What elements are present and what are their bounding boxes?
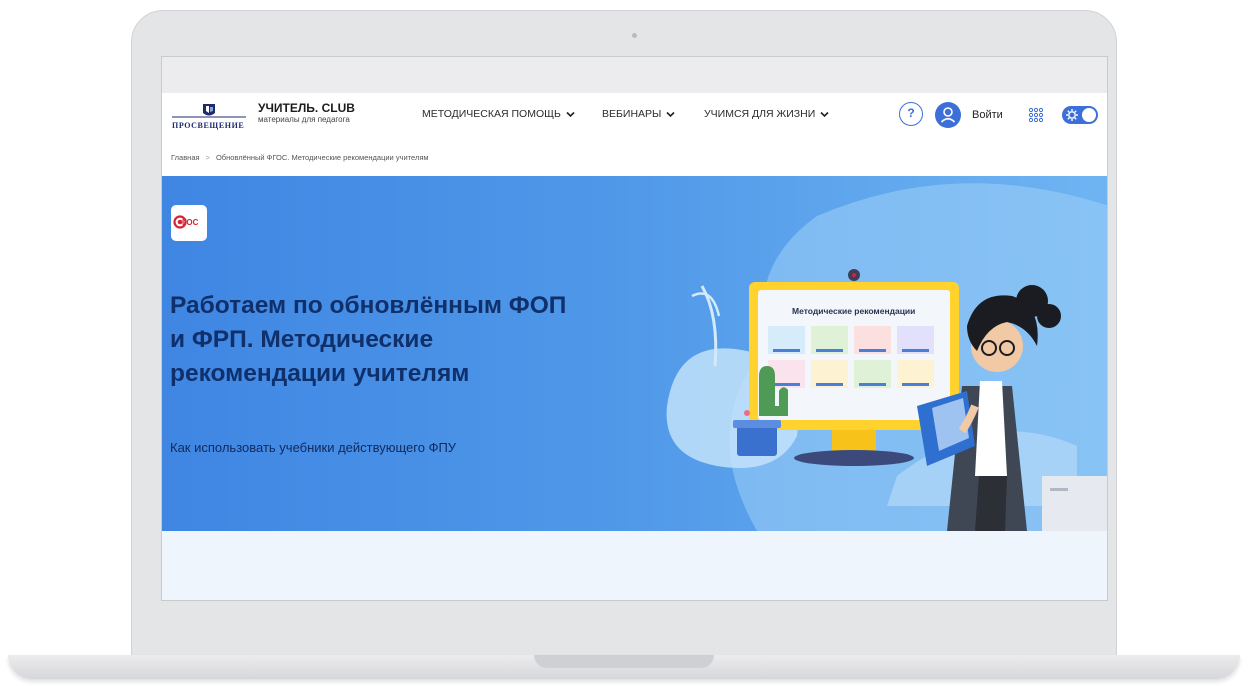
fgos-badge-text: ГОС — [182, 218, 199, 227]
brand-subtitle: материалы для педагога — [258, 115, 350, 124]
nav-label: ВЕБИНАРЫ — [602, 108, 662, 120]
user-glyph — [940, 107, 956, 123]
breadcrumb-home[interactable]: Главная — [171, 153, 200, 162]
chevron-down-icon — [566, 111, 575, 117]
laptop-notch — [534, 655, 714, 668]
toggle-knob — [1082, 108, 1096, 122]
theme-toggle[interactable] — [1062, 106, 1098, 124]
nav-learning-for-life[interactable]: УЧИМСЯ ДЛЯ ЖИЗНИ — [704, 108, 829, 120]
logo-text: ПРОСВЕЩЕНИЕ — [172, 121, 245, 130]
brand-title: УЧИТЕЛЬ. CLUB — [258, 101, 355, 115]
question-icon[interactable]: ? — [899, 102, 923, 126]
nav-label: МЕТОДИЧЕСКАЯ ПОМОЩЬ — [422, 108, 561, 120]
nav-label: УЧИМСЯ ДЛЯ ЖИЗНИ — [704, 108, 816, 120]
hero-title-line-1: Работаем по обновлённым ФОП — [170, 292, 567, 319]
screen-top-bar — [162, 57, 1107, 93]
chevron-down-icon — [666, 111, 675, 117]
nav-methodical-help[interactable]: МЕТОДИЧЕСКАЯ ПОМОЩЬ — [422, 108, 575, 120]
breadcrumb-current: Обновлённый ФГОС. Методические рекоменда… — [215, 153, 429, 162]
page-content-area — [162, 531, 1107, 600]
hero-banner: ГОС Работаем по обновлённым ФОП и ФРП. М… — [162, 176, 1107, 531]
chevron-down-icon — [820, 111, 829, 117]
teacher-illustration: Методические рекомендации — [666, 183, 1107, 531]
brand-block[interactable]: УЧИТЕЛЬ. CLUB материалы для педагога — [258, 102, 355, 125]
nav-webinars[interactable]: ВЕБИНАРЫ — [602, 108, 675, 120]
hero-subtitle: Как использовать учебники действующего Ф… — [170, 440, 457, 455]
breadcrumb-separator: > — [205, 153, 210, 162]
hero-title-line-2: и ФРП. Методические — [170, 326, 434, 353]
fgos-badge: ГОС — [171, 205, 207, 241]
user-icon[interactable] — [935, 102, 961, 128]
monitor-heading: Методические рекомендации — [792, 306, 915, 316]
hero-title-line-3: рекомендации учителям — [170, 360, 470, 387]
laptop-camera — [632, 33, 637, 38]
apps-grid-icon[interactable] — [1028, 107, 1044, 123]
browser-screen: ПРОСВЕЩЕНИЕ УЧИТЕЛЬ. CLUB материалы для … — [161, 56, 1108, 601]
breadcrumb: Главная > Обновлённый ФГОС. Методические… — [171, 153, 429, 162]
site-header: ПРОСВЕЩЕНИЕ УЧИТЕЛЬ. CLUB материалы для … — [162, 93, 1107, 138]
gear-icon — [1066, 109, 1078, 121]
prosveshchenie-logo[interactable]: ПРОСВЕЩЕНИЕ — [172, 101, 246, 131]
login-link[interactable]: Войти — [972, 109, 1003, 121]
logo-emblem — [172, 104, 246, 118]
hero-title: Работаем по обновлённым ФОП и ФРП. Метод… — [170, 289, 650, 391]
